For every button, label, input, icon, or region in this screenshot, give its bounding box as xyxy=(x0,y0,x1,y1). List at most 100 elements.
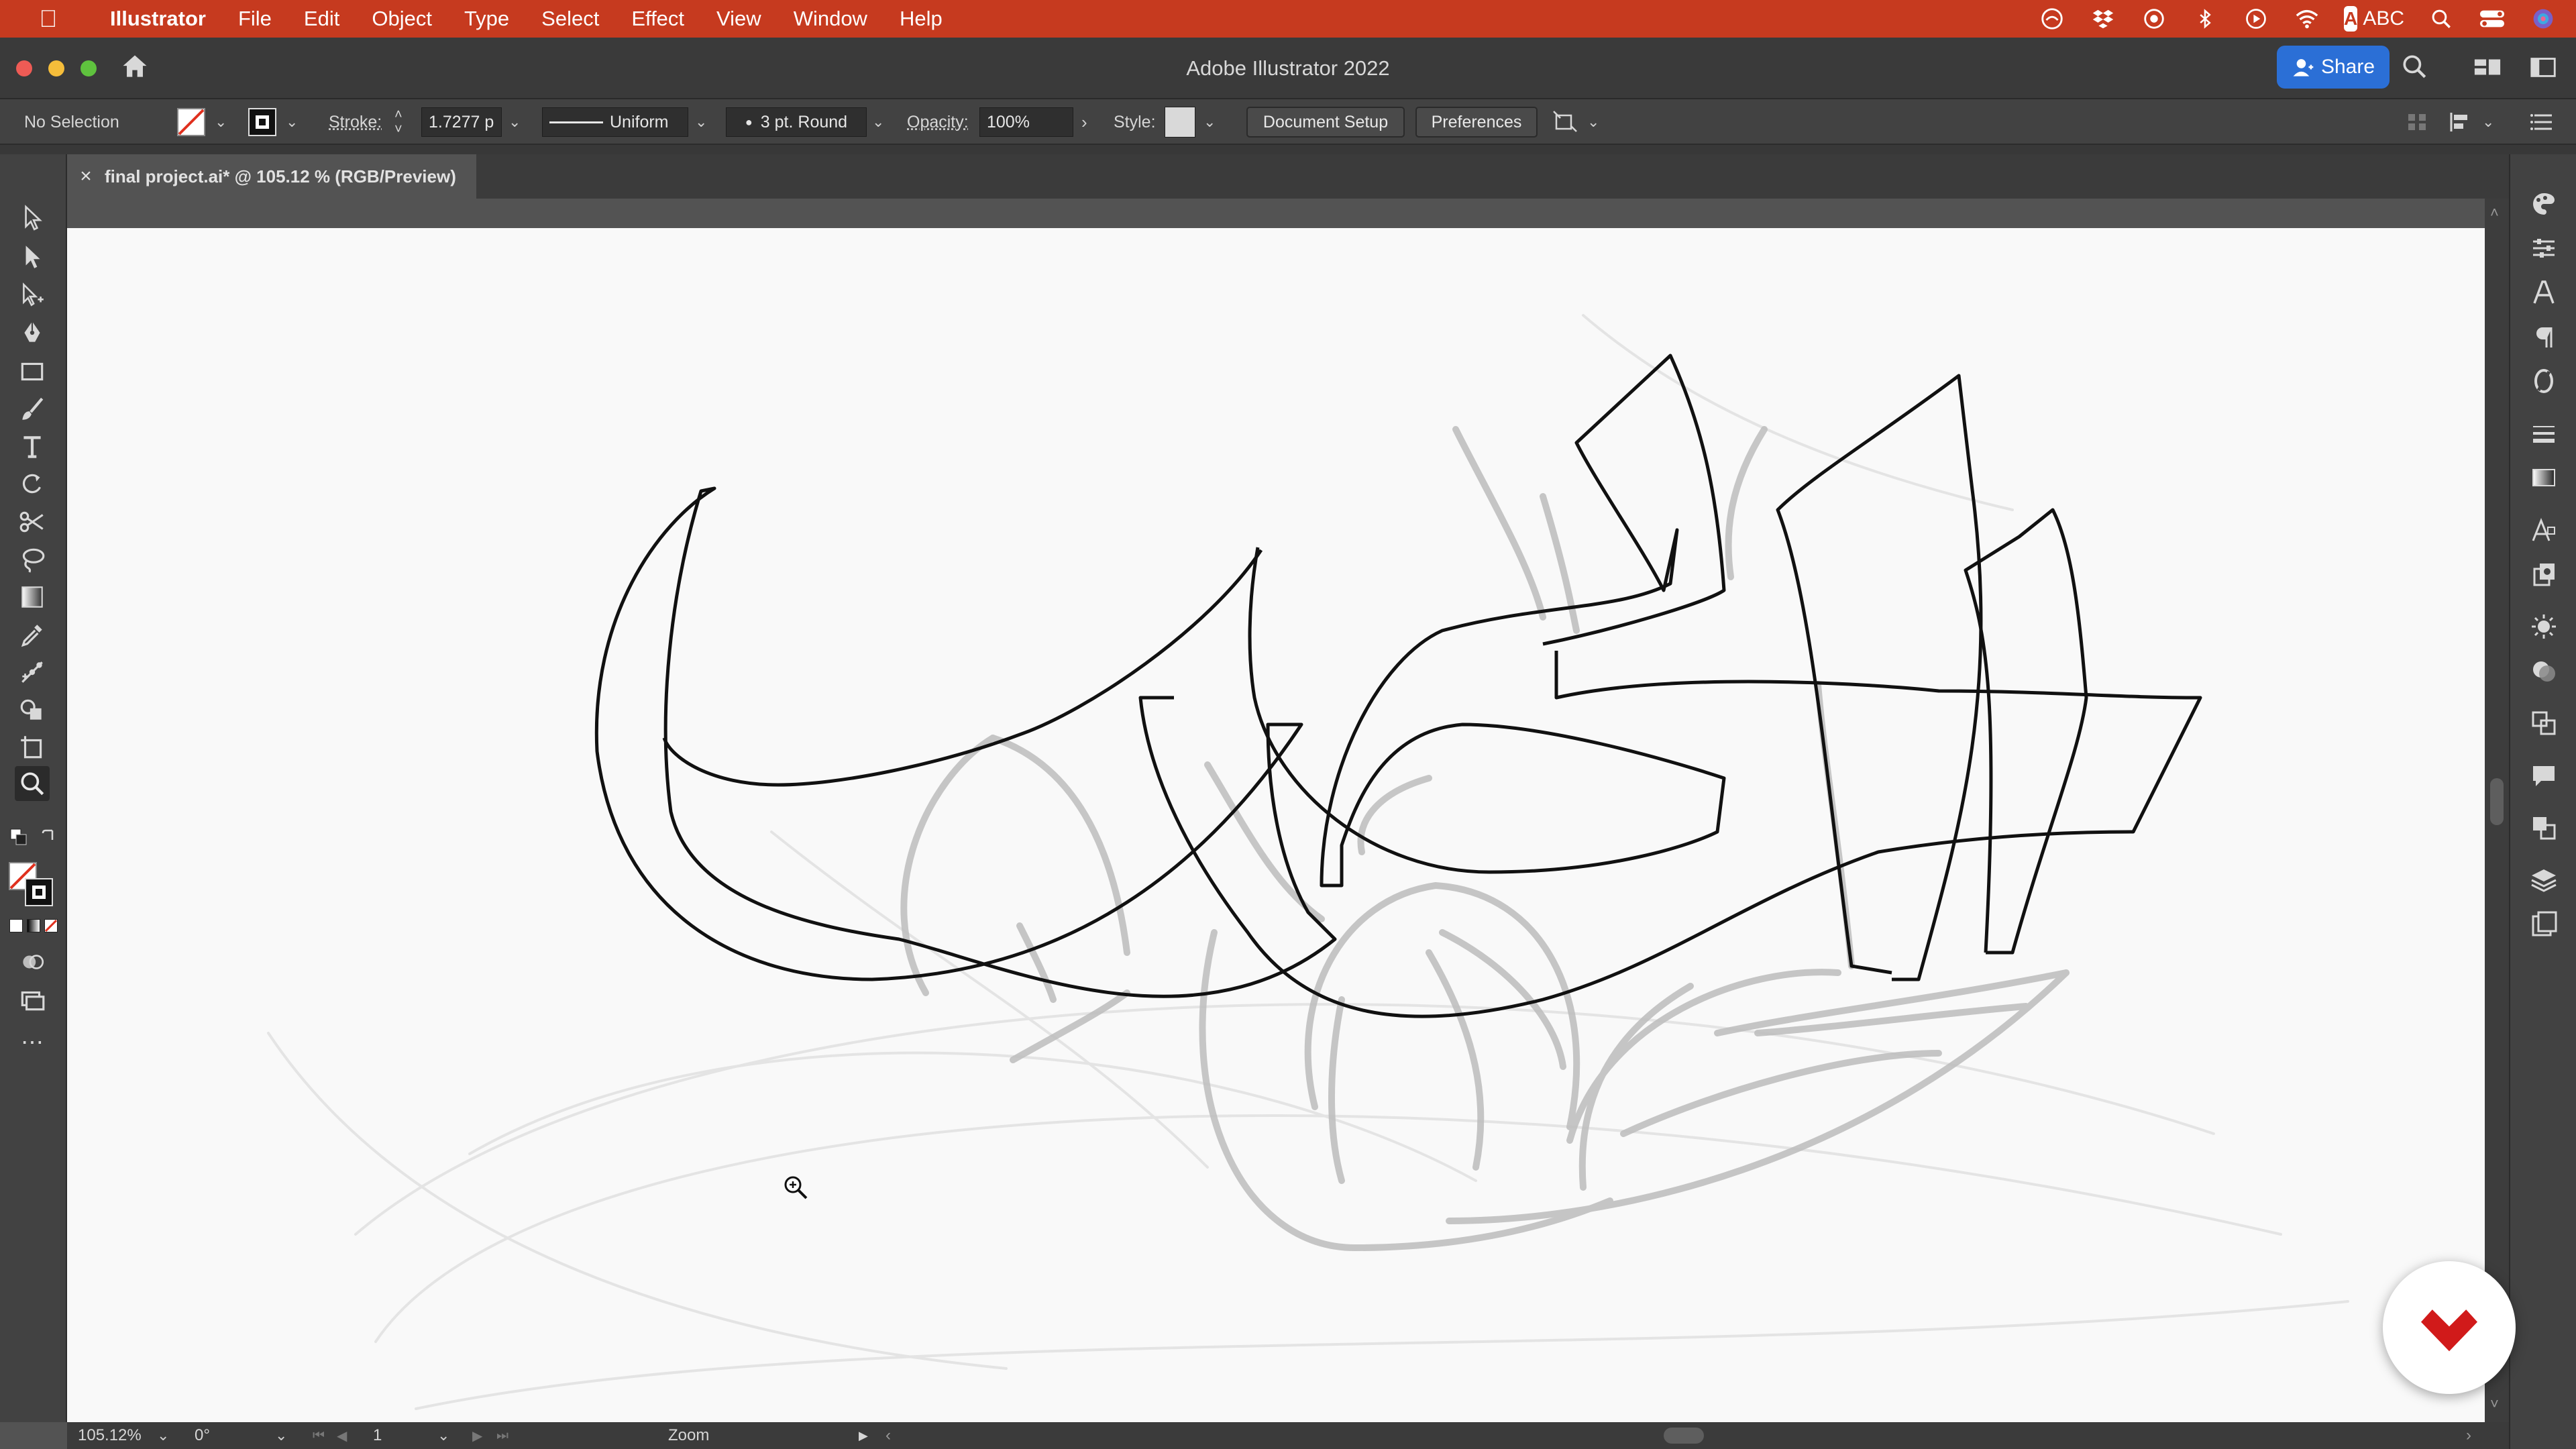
wifi-icon[interactable] xyxy=(2293,5,2321,33)
fill-dropdown-chevron-icon[interactable]: ⌄ xyxy=(215,99,227,145)
default-fill-stroke-icon[interactable] xyxy=(9,828,28,847)
last-artboard-icon[interactable]: ⏭ xyxy=(496,1422,508,1449)
scissors-tool-icon[interactable] xyxy=(15,504,50,539)
stroke-weight-chevron-icon[interactable]: ⌄ xyxy=(508,99,521,145)
fill-stroke-swatches[interactable] xyxy=(7,860,55,908)
artboard[interactable] xyxy=(67,228,2485,1422)
artboards-icon[interactable] xyxy=(2528,908,2560,941)
input-source-icon[interactable]: A ABC xyxy=(2344,5,2404,33)
screen-mode-icon[interactable] xyxy=(15,982,50,1017)
panel-toggle-icon[interactable] xyxy=(2529,54,2560,83)
profile-chevron-icon[interactable]: ⌄ xyxy=(695,99,707,145)
stroke-weight-stepper[interactable]: ˄ ˅ xyxy=(394,99,402,145)
preferences-button[interactable]: Preferences xyxy=(1415,107,1538,138)
artboard-number-field[interactable]: 1 xyxy=(373,1422,382,1449)
first-artboard-icon[interactable]: ⏮ xyxy=(313,1422,325,1449)
scroll-right-arrow-icon[interactable]: › xyxy=(2466,1422,2471,1449)
arrange-documents-icon[interactable] xyxy=(1551,99,1580,145)
rectangle-tool-icon[interactable] xyxy=(15,354,50,389)
opacity-arrow-icon[interactable]: › xyxy=(1081,99,1087,145)
rotation-chevron-icon[interactable]: ⌄ xyxy=(275,1422,287,1449)
libraries-icon[interactable] xyxy=(2528,558,2560,590)
gradient-mode-icon[interactable] xyxy=(27,919,40,932)
zoom-chevron-icon[interactable]: ⌄ xyxy=(157,1422,169,1449)
status-menu-arrow-icon[interactable]: ▶ xyxy=(859,1422,868,1449)
align-panel-icon[interactable] xyxy=(2404,99,2431,145)
brush-chevron-icon[interactable]: ⌄ xyxy=(872,99,884,145)
paragraph-icon[interactable] xyxy=(2528,321,2560,353)
horizontal-scroll-thumb[interactable] xyxy=(1664,1428,1704,1444)
comments-icon[interactable] xyxy=(2528,759,2560,792)
apple-menu-icon[interactable]:  xyxy=(0,5,97,33)
appearance-icon[interactable] xyxy=(2528,610,2560,643)
edit-toolbar-more-icon[interactable]: ⋯ xyxy=(15,1025,50,1060)
distribute-panel-icon[interactable] xyxy=(2447,99,2477,145)
stroke-dropdown-chevron-icon[interactable]: ⌄ xyxy=(286,99,298,145)
menu-window[interactable]: Window xyxy=(777,7,883,31)
opacity-label[interactable]: Opacity: xyxy=(907,99,969,145)
color-mode-icon[interactable] xyxy=(9,919,23,932)
type-tool-icon[interactable] xyxy=(15,429,50,464)
variable-width-profile-select[interactable]: Uniform xyxy=(542,107,688,137)
draw-mode-icon[interactable] xyxy=(15,945,50,979)
sync-icon[interactable] xyxy=(2140,5,2168,33)
character-icon[interactable] xyxy=(2528,276,2560,309)
document-tab[interactable]: × final project.ai* @ 105.12 % (RGB/Prev… xyxy=(67,154,476,199)
direct-selection-tool-icon[interactable] xyxy=(15,239,50,274)
dropbox-icon[interactable] xyxy=(2089,5,2117,33)
color-icon[interactable] xyxy=(2528,188,2560,220)
none-mode-icon[interactable] xyxy=(44,919,58,932)
zoom-tool-icon[interactable] xyxy=(15,766,50,801)
opentype-icon[interactable] xyxy=(2528,365,2560,397)
puppet-warp-tool-icon[interactable] xyxy=(15,655,50,690)
eyedropper-tool-icon[interactable] xyxy=(15,617,50,652)
layers-icon[interactable] xyxy=(2528,864,2560,896)
properties-icon[interactable] xyxy=(2528,232,2560,264)
current-tool-status[interactable]: Zoom xyxy=(668,1422,709,1449)
paintbrush-tool-icon[interactable] xyxy=(15,392,50,427)
control-center-icon[interactable] xyxy=(2478,5,2506,33)
artboard-tool-icon[interactable] xyxy=(15,730,50,765)
control-bar-menu-icon[interactable] xyxy=(2529,99,2556,145)
previous-artboard-icon[interactable]: ◀ xyxy=(337,1422,347,1449)
group-selection-tool-icon[interactable] xyxy=(15,278,50,313)
scroll-up-arrow-icon[interactable]: ˄ xyxy=(2490,204,2499,221)
transform-icon[interactable] xyxy=(2528,707,2560,739)
spotlight-icon[interactable] xyxy=(2427,5,2455,33)
search-icon[interactable] xyxy=(2400,52,2432,85)
selection-tool-icon[interactable] xyxy=(15,200,50,235)
play-icon[interactable] xyxy=(2242,5,2270,33)
menu-help[interactable]: Help xyxy=(883,7,959,31)
brush-definition-select[interactable]: ● 3 pt. Round xyxy=(726,107,867,137)
menu-file[interactable]: File xyxy=(222,7,288,31)
graphic-style-swatch[interactable] xyxy=(1165,107,1195,138)
rotate-tool-icon[interactable] xyxy=(15,467,50,502)
siri-icon[interactable] xyxy=(2529,5,2557,33)
distribute-chevron-icon[interactable]: ⌄ xyxy=(2482,99,2494,145)
gradient-icon[interactable] xyxy=(2528,462,2560,494)
creative-cloud-icon[interactable] xyxy=(2038,5,2066,33)
menu-effect[interactable]: Effect xyxy=(615,7,700,31)
artboard-chevron-icon[interactable]: ⌄ xyxy=(437,1422,449,1449)
opacity-input[interactable]: 100% xyxy=(979,107,1073,137)
swap-fill-stroke-icon[interactable] xyxy=(39,828,58,847)
stroke-swatch[interactable] xyxy=(247,99,278,145)
document-setup-button[interactable]: Document Setup xyxy=(1246,107,1405,138)
scroll-left-arrow-icon[interactable]: ‹ xyxy=(885,1422,891,1449)
shape-builder-tool-icon[interactable] xyxy=(15,692,50,727)
rotation-field[interactable]: 0° xyxy=(195,1422,210,1449)
stroke-icon[interactable] xyxy=(2528,417,2560,449)
share-button[interactable]: Share xyxy=(2277,46,2390,89)
fill-swatch[interactable] xyxy=(176,99,207,145)
bluetooth-icon[interactable] xyxy=(2191,5,2219,33)
lasso-tool-icon[interactable] xyxy=(15,542,50,577)
menu-select[interactable]: Select xyxy=(525,7,615,31)
menu-type[interactable]: Type xyxy=(448,7,525,31)
menu-app-name[interactable]: Illustrator xyxy=(97,7,222,31)
menu-edit[interactable]: Edit xyxy=(288,7,356,31)
stroke-weight-input[interactable]: 1.7277 p xyxy=(421,107,502,137)
style-chevron-icon[interactable]: ⌄ xyxy=(1203,99,1216,145)
transparency-icon[interactable] xyxy=(2528,655,2560,687)
vertical-scroll-thumb[interactable] xyxy=(2490,778,2504,825)
stroke-label[interactable]: Stroke: xyxy=(329,99,382,145)
